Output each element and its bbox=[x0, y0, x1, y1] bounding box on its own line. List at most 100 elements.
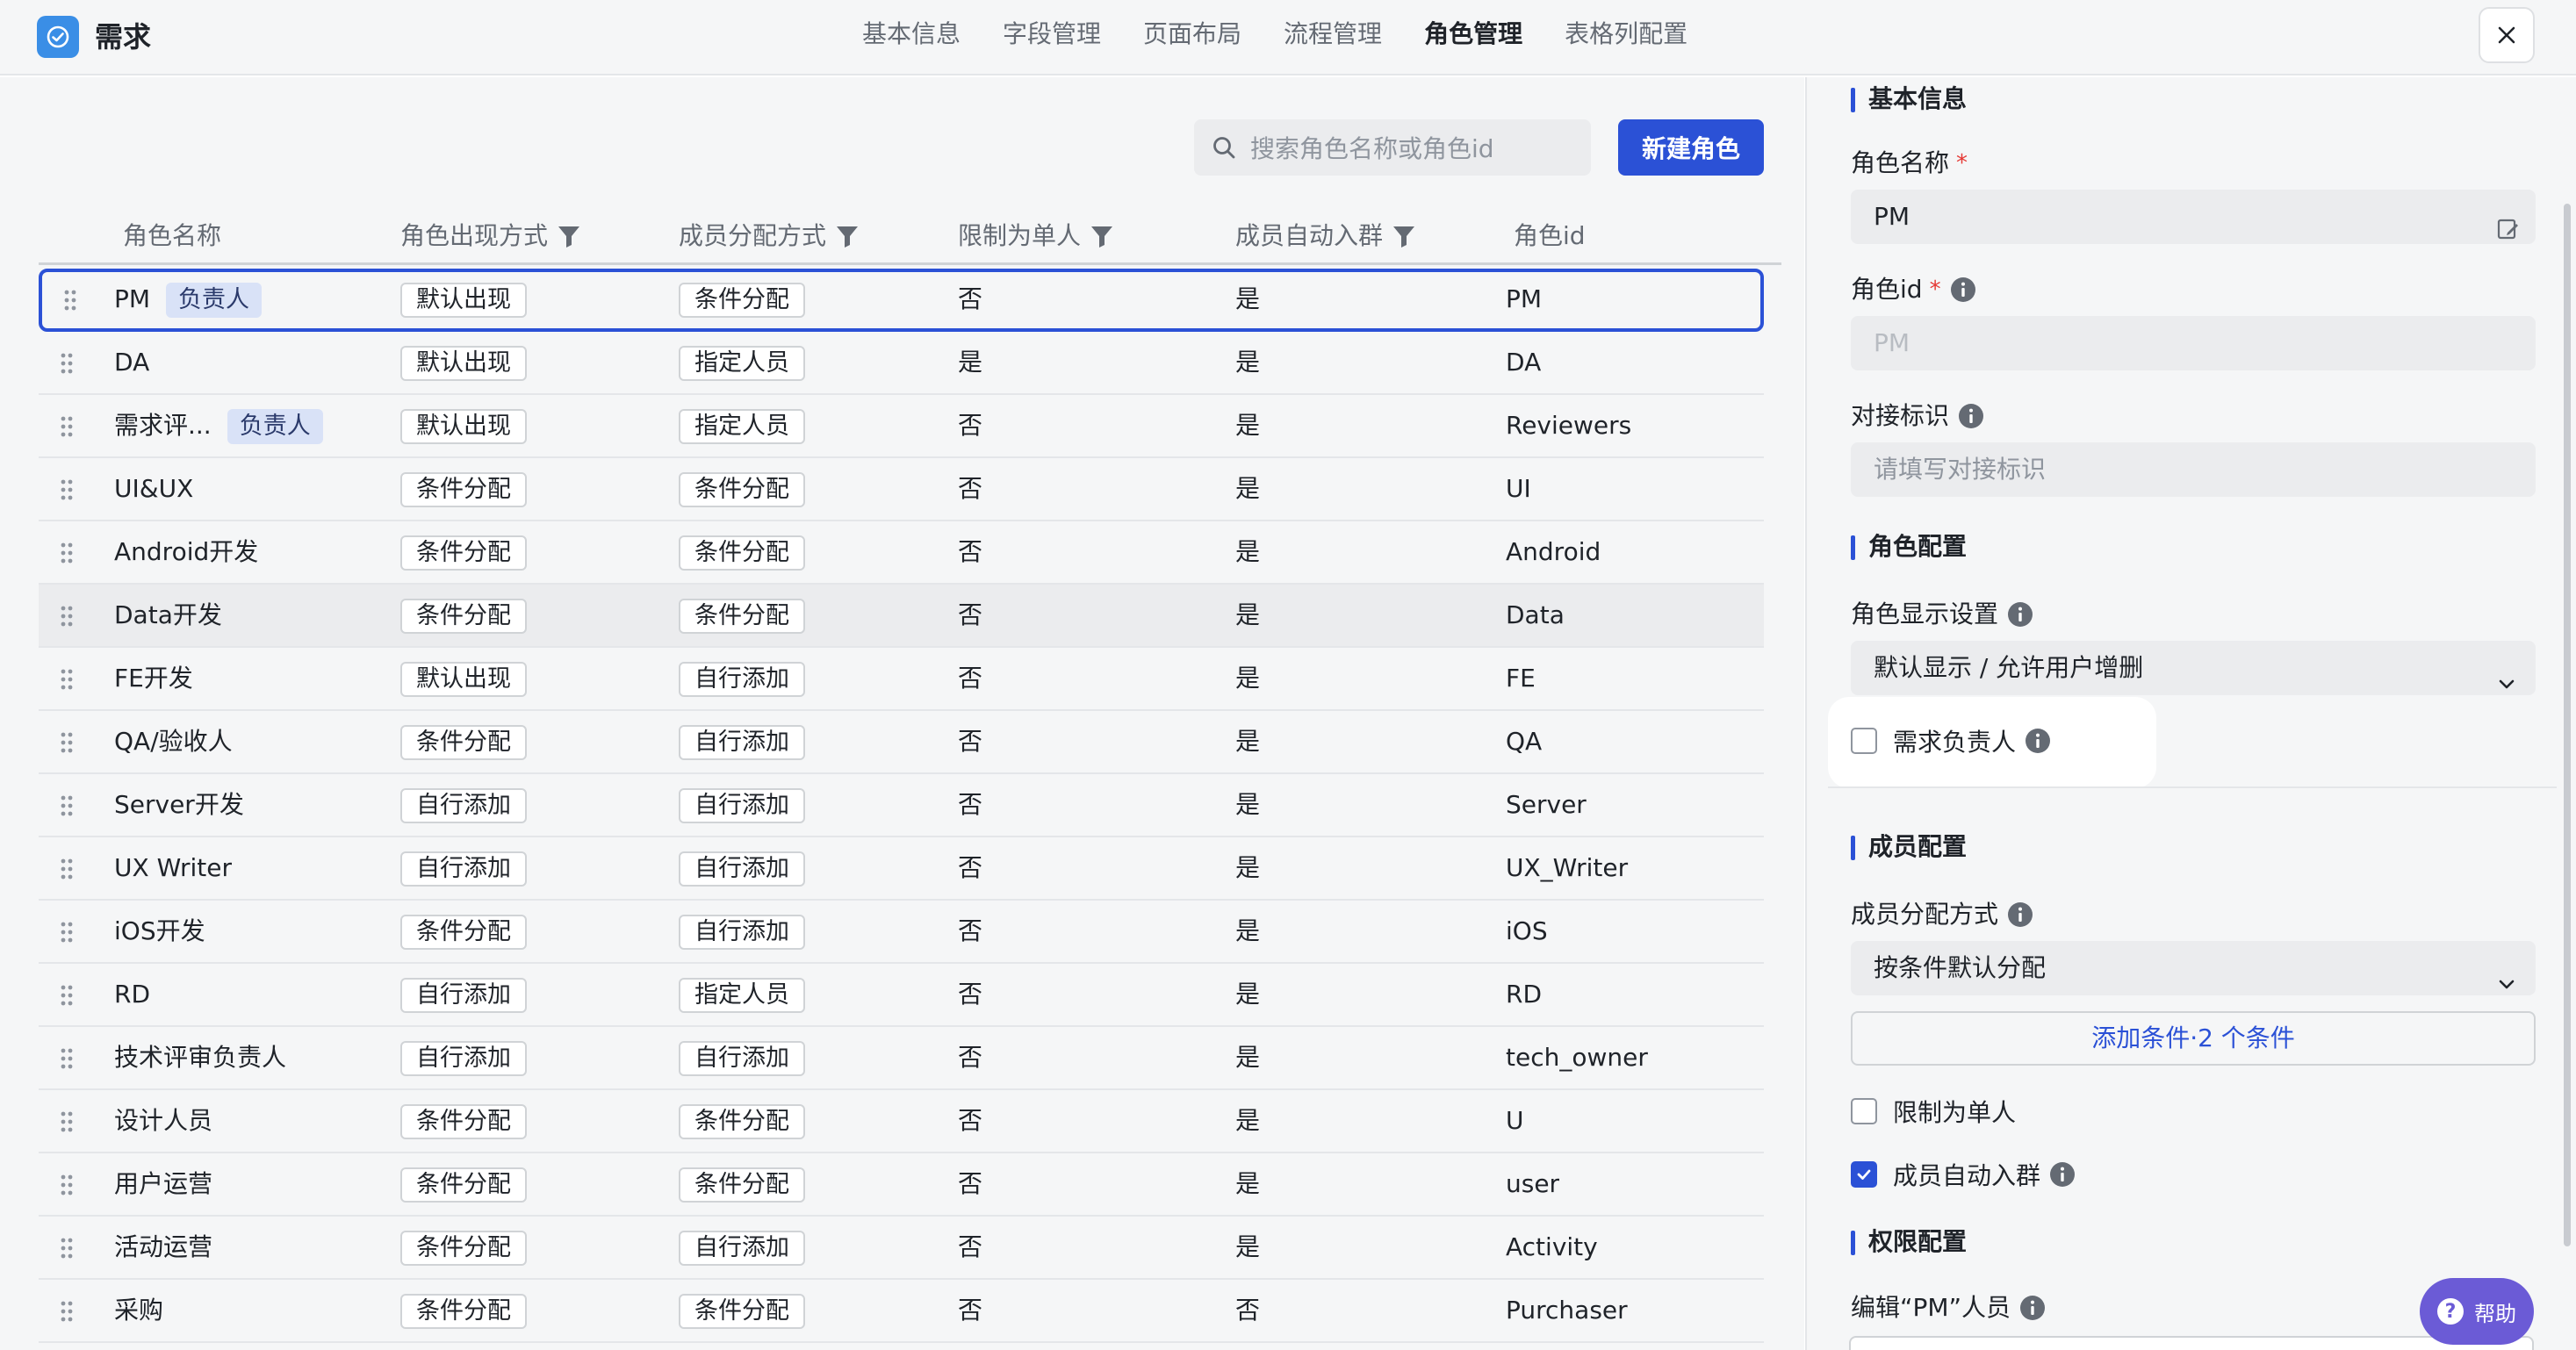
search-input[interactable]: 搜索角色名称或角色id bbox=[1194, 119, 1591, 176]
display-setting-select[interactable]: 默认显示 / 允许用户增删 bbox=[1851, 641, 2536, 695]
info-icon[interactable] bbox=[2019, 1295, 2046, 1321]
role-name: 技术评审负责人 bbox=[114, 1043, 287, 1072]
assign-tag: 条件分配 bbox=[679, 472, 805, 507]
drag-handle-icon[interactable] bbox=[60, 984, 74, 1007]
table-row[interactable]: 采购 条件分配 条件分配 否 否 Purchaser bbox=[39, 1280, 1764, 1343]
table-row[interactable]: 技术评审负责人 自行添加 自行添加 否 是 tech_owner bbox=[39, 1027, 1764, 1090]
cell-auto-join: 否 bbox=[1235, 1296, 1261, 1325]
new-role-button[interactable]: 新建角色 bbox=[1618, 119, 1764, 176]
panel-scrollbar[interactable] bbox=[2564, 204, 2571, 1246]
tab-table-column-config[interactable]: 表格列配置 bbox=[1565, 0, 1687, 75]
filter-icon[interactable] bbox=[1392, 224, 1416, 248]
role-name: Data开发 bbox=[114, 600, 222, 629]
filter-icon[interactable] bbox=[835, 224, 860, 248]
drag-handle-icon[interactable] bbox=[60, 478, 74, 501]
cell-appear-mode: 条件分配 bbox=[400, 711, 527, 772]
table-row[interactable]: 活动运营 条件分配 自行添加 否 是 Activity bbox=[39, 1217, 1764, 1280]
docking-input[interactable]: 请填写对接标识 bbox=[1851, 442, 2536, 497]
tab-role-management[interactable]: 角色管理 bbox=[1424, 0, 1522, 75]
table-row[interactable]: 设计人员 条件分配 条件分配 否 是 U bbox=[39, 1090, 1764, 1153]
drag-handle-icon[interactable] bbox=[60, 731, 74, 754]
role-id-field: PM bbox=[1851, 316, 2536, 370]
add-condition-button[interactable]: 添加条件·2 个条件 bbox=[1851, 1011, 2536, 1066]
cell-appear-mode: 自行添加 bbox=[400, 964, 527, 1025]
info-icon[interactable] bbox=[2007, 901, 2033, 928]
tab-page-layout[interactable]: 页面布局 bbox=[1143, 0, 1241, 75]
tab-flow-management[interactable]: 流程管理 bbox=[1284, 0, 1382, 75]
drag-handle-icon[interactable] bbox=[60, 415, 74, 438]
table-row[interactable]: Server开发 自行添加 自行添加 否 是 Server bbox=[39, 774, 1764, 837]
filter-icon[interactable] bbox=[1090, 224, 1114, 248]
drag-handle-icon[interactable] bbox=[60, 542, 74, 564]
tab-field-management[interactable]: 字段管理 bbox=[1003, 0, 1101, 75]
role-name: PM bbox=[114, 284, 151, 313]
cell-role-id: Reviewers bbox=[1506, 411, 1632, 440]
drag-handle-icon[interactable] bbox=[60, 1174, 74, 1196]
table-row[interactable]: UX Writer 自行添加 自行添加 否 是 UX_Writer bbox=[39, 837, 1764, 901]
assign-tag: 指定人员 bbox=[679, 978, 805, 1013]
table-row[interactable]: Data开发 条件分配 条件分配 否 是 Data bbox=[39, 585, 1764, 648]
table-row[interactable]: QA/验收人 条件分配 自行添加 否 是 QA bbox=[39, 711, 1764, 774]
assign-tag: 自行添加 bbox=[679, 915, 805, 950]
edit-icon[interactable] bbox=[2497, 205, 2520, 260]
table-row[interactable]: iOS开发 条件分配 自行添加 否 是 iOS bbox=[39, 901, 1764, 964]
col-auto-join[interactable]: 成员自动入群 bbox=[1235, 207, 1416, 265]
divider bbox=[1828, 786, 2557, 788]
single-limit-checkbox[interactable]: 限制为单人 bbox=[1851, 1094, 2016, 1129]
edit-members-field[interactable] bbox=[1849, 1336, 2534, 1350]
drag-handle-icon[interactable] bbox=[60, 794, 74, 817]
cell-single-limit: 否 bbox=[958, 474, 983, 503]
assign-mode-select[interactable]: 按条件默认分配 bbox=[1851, 941, 2536, 995]
checkbox[interactable] bbox=[1851, 1098, 1877, 1124]
help-button[interactable]: ? 帮助 bbox=[2420, 1278, 2534, 1345]
drag-handle-icon[interactable] bbox=[60, 1047, 74, 1070]
drag-handle-icon[interactable] bbox=[60, 1237, 74, 1260]
drag-handle-icon[interactable] bbox=[60, 605, 74, 628]
col-single-limit[interactable]: 限制为单人 bbox=[958, 207, 1114, 265]
checkbox[interactable] bbox=[1851, 728, 1877, 754]
table-row[interactable]: RD 自行添加 指定人员 否 是 RD bbox=[39, 964, 1764, 1027]
col-assign-mode[interactable]: 成员分配方式 bbox=[679, 207, 860, 265]
table-row[interactable]: FE开发 默认出现 自行添加 否 是 FE bbox=[39, 648, 1764, 711]
cell-assign-mode: 自行添加 bbox=[679, 837, 805, 899]
close-button[interactable] bbox=[2479, 7, 2535, 63]
appear-tag: 条件分配 bbox=[400, 472, 527, 507]
cell-appear-mode: 默认出现 bbox=[400, 648, 527, 709]
drag-handle-icon[interactable] bbox=[60, 921, 74, 944]
owner-checkbox[interactable]: 需求负责人 bbox=[1851, 723, 2051, 758]
filter-icon[interactable] bbox=[557, 224, 581, 248]
table-row[interactable]: 用户运营 条件分配 条件分配 否 是 user bbox=[39, 1153, 1764, 1217]
checkbox-checked[interactable] bbox=[1851, 1161, 1877, 1188]
cell-single-limit: 否 bbox=[958, 1106, 983, 1135]
cell-role-id: tech_owner bbox=[1506, 1043, 1648, 1072]
table-row[interactable]: 需求评... 负责人 默认出现 指定人员 否 是 Reviewers bbox=[39, 395, 1764, 458]
cell-auto-join: 是 bbox=[1235, 1106, 1261, 1135]
drag-handle-icon[interactable] bbox=[60, 668, 74, 691]
cell-single-limit: 否 bbox=[958, 411, 983, 440]
cell-assign-mode: 条件分配 bbox=[679, 585, 805, 646]
drag-handle-icon[interactable] bbox=[60, 352, 74, 375]
col-appear-mode[interactable]: 角色出现方式 bbox=[400, 207, 581, 265]
section-permission-config: 权限配置 bbox=[1851, 1227, 1967, 1257]
appear-tag: 自行添加 bbox=[400, 788, 527, 823]
table-row[interactable]: Android开发 条件分配 条件分配 否 是 Android bbox=[39, 521, 1764, 585]
app-logo-icon bbox=[37, 16, 79, 58]
role-name-field[interactable]: PM bbox=[1851, 190, 2536, 244]
table-row[interactable]: PM 负责人 默认出现 条件分配 否 是 PM bbox=[39, 269, 1764, 332]
table-row[interactable]: UI&UX 条件分配 条件分配 否 是 UI bbox=[39, 458, 1764, 521]
drag-handle-icon[interactable] bbox=[60, 858, 74, 880]
info-icon[interactable] bbox=[2049, 1161, 2076, 1188]
tab-basic-info[interactable]: 基本信息 bbox=[862, 0, 961, 75]
info-icon[interactable] bbox=[2025, 728, 2051, 754]
info-icon[interactable] bbox=[2007, 601, 2033, 628]
drag-handle-icon[interactable] bbox=[63, 289, 77, 312]
info-icon[interactable] bbox=[1950, 276, 1976, 303]
info-icon[interactable] bbox=[1958, 403, 1984, 429]
close-icon bbox=[2498, 26, 2515, 44]
table-row[interactable]: DA 默认出现 指定人员 是 是 DA bbox=[39, 332, 1764, 395]
cell-assign-mode: 条件分配 bbox=[679, 1280, 805, 1341]
drag-handle-icon[interactable] bbox=[60, 1110, 74, 1133]
appear-tag: 条件分配 bbox=[400, 725, 527, 760]
drag-handle-icon[interactable] bbox=[60, 1300, 74, 1323]
auto-join-checkbox[interactable]: 成员自动入群 bbox=[1851, 1157, 2076, 1192]
